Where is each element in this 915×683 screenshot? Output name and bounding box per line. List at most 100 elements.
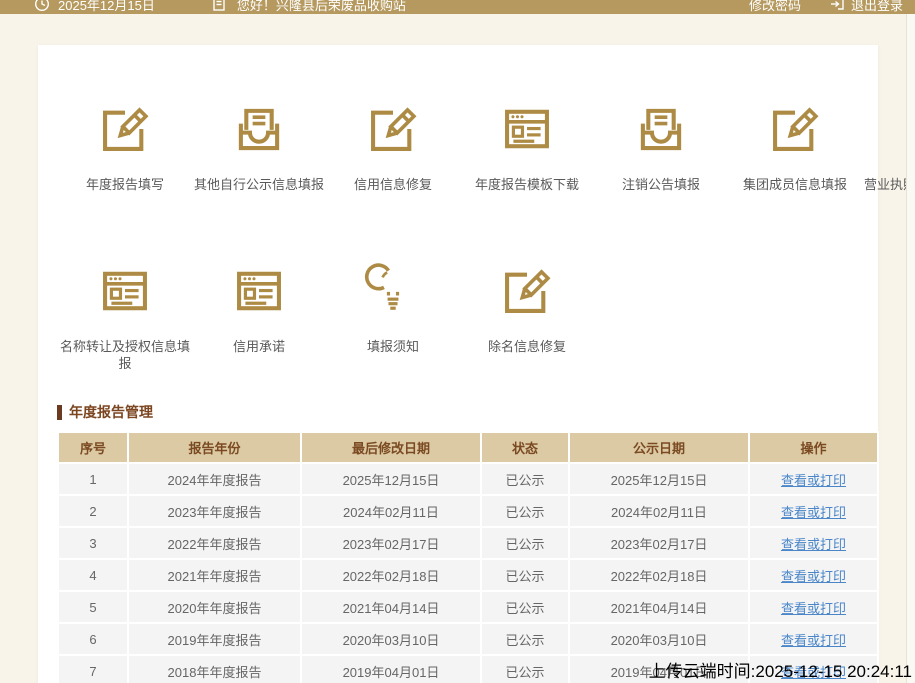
quick-action-item[interactable]: 除名信息修复 — [460, 262, 594, 372]
action-cell: 查看或打印 — [749, 591, 878, 623]
row-number: 7 — [58, 655, 128, 683]
quick-action-label: 年度报告填写 — [58, 176, 192, 193]
table-row: 22023年年度报告2024年02月11日已公示2024年02月11日查看或打印 — [58, 495, 878, 527]
quick-action-label: 信用承诺 — [192, 338, 326, 355]
status: 已公示 — [481, 495, 569, 527]
status: 已公示 — [481, 527, 569, 559]
view-or-print-link[interactable]: 查看或打印 — [781, 633, 846, 648]
annual-report-section: 年度报告管理 序号报告年份最后修改日期状态公示日期操作 12024年年度报告20… — [57, 402, 877, 683]
edit-square-icon — [498, 262, 556, 320]
row-number: 3 — [58, 527, 128, 559]
column-header: 状态 — [481, 432, 569, 463]
column-header: 序号 — [58, 432, 128, 463]
row-number: 2 — [58, 495, 128, 527]
quick-action-label: 其他自行公示信息填报 — [192, 176, 326, 193]
quick-actions-row-2: 名称转让及授权信息填报信用承诺填报须知除名信息修复 — [58, 262, 858, 372]
edit-square-icon — [96, 100, 154, 158]
view-or-print-link[interactable]: 查看或打印 — [781, 505, 846, 520]
change-password-link[interactable]: 修改密码 — [749, 0, 801, 14]
view-or-print-link[interactable]: 查看或打印 — [781, 537, 846, 552]
column-header: 公示日期 — [569, 432, 749, 463]
section-title-marker — [57, 405, 62, 420]
status: 已公示 — [481, 655, 569, 683]
quick-action-label: 年度报告模板下载 — [460, 176, 594, 193]
action-cell: 查看或打印 — [749, 463, 878, 495]
view-or-print-link[interactable]: 查看或打印 — [781, 601, 846, 616]
column-header: 操作 — [749, 432, 878, 463]
quick-action-label: 名称转让及授权信息填报 — [58, 338, 192, 372]
user-badge-icon — [211, 0, 227, 12]
table-row: 52020年年度报告2021年04月14日已公示2021年04月14日查看或打印 — [58, 591, 878, 623]
status: 已公示 — [481, 463, 569, 495]
last-modified-date: 2021年04月14日 — [301, 591, 481, 623]
topbar-greeting: 您好！兴隆县后荣废品收购站 — [237, 0, 406, 14]
publish-date: 2025年12月15日 — [569, 463, 749, 495]
view-or-print-link[interactable]: 查看或打印 — [781, 569, 846, 584]
view-or-print-link[interactable]: 查看或打印 — [781, 473, 846, 488]
column-header: 报告年份 — [128, 432, 301, 463]
bulb-icon — [364, 262, 422, 320]
publish-date: 2020年03月10日 — [569, 623, 749, 655]
edit-square-icon — [364, 100, 422, 158]
topbar: 2025年12月15日 您好！兴隆县后荣废品收购站 修改密码 退出登录 — [0, 0, 915, 14]
section-title-text: 年度报告管理 — [69, 402, 153, 422]
publish-date: 2021年04月14日 — [569, 591, 749, 623]
quick-actions-row-1: 年度报告填写其他自行公示信息填报信用信息修复年度报告模板下载注销公告填报集团成员… — [58, 100, 858, 193]
last-modified-date: 2024年02月11日 — [301, 495, 481, 527]
quick-action-item[interactable]: 集团成员信息填报 — [728, 100, 862, 193]
annual-report-table: 序号报告年份最后修改日期状态公示日期操作 12024年年度报告2025年12月1… — [57, 431, 879, 683]
action-cell: 查看或打印 — [749, 559, 878, 591]
action-cell: 查看或打印 — [749, 623, 878, 655]
publish-date: 2022年02月18日 — [569, 559, 749, 591]
report-year: 2022年年度报告 — [128, 527, 301, 559]
logout-icon — [829, 0, 845, 12]
upload-watermark: 上传云端时间:2025-12-15 20:24:11 — [649, 657, 912, 682]
row-number: 6 — [58, 623, 128, 655]
table-row: 12024年年度报告2025年12月15日已公示2025年12月15日查看或打印 — [58, 463, 878, 495]
main-panel: 年度报告填写其他自行公示信息填报信用信息修复年度报告模板下载注销公告填报集团成员… — [38, 45, 878, 683]
quick-action-label: 填报须知 — [326, 338, 460, 355]
browser-icon — [230, 262, 288, 320]
quick-action-item[interactable]: 年度报告填写 — [58, 100, 192, 193]
report-year: 2024年年度报告 — [128, 463, 301, 495]
quick-action-label: 注销公告填报 — [594, 176, 728, 193]
quick-action-item[interactable]: 其他自行公示信息填报 — [192, 100, 326, 193]
report-year: 2019年年度报告 — [128, 623, 301, 655]
last-modified-date: 2020年03月10日 — [301, 623, 481, 655]
quick-action-item[interactable]: 信用信息修复 — [326, 100, 460, 193]
last-modified-date: 2022年02月18日 — [301, 559, 481, 591]
quick-action-label: 除名信息修复 — [460, 338, 594, 355]
row-number: 5 — [58, 591, 128, 623]
inbox-icon — [632, 100, 690, 158]
last-modified-date: 2025年12月15日 — [301, 463, 481, 495]
quick-action-item[interactable]: 信用承诺 — [192, 262, 326, 372]
row-number: 4 — [58, 559, 128, 591]
report-year: 2018年年度报告 — [128, 655, 301, 683]
topbar-date: 2025年12月15日 — [58, 0, 155, 14]
quick-action-item[interactable]: 注销公告填报 — [594, 100, 728, 193]
table-row: 42021年年度报告2022年02月18日已公示2022年02月18日查看或打印 — [58, 559, 878, 591]
table-row: 32022年年度报告2023年02月17日已公示2023年02月17日查看或打印 — [58, 527, 878, 559]
quick-action-item[interactable]: 名称转让及授权信息填报 — [58, 262, 192, 372]
quick-action-item[interactable]: 填报须知 — [326, 262, 460, 372]
status: 已公示 — [481, 591, 569, 623]
browser-icon — [498, 100, 556, 158]
column-header: 最后修改日期 — [301, 432, 481, 463]
publish-date: 2024年02月11日 — [569, 495, 749, 527]
report-year: 2021年年度报告 — [128, 559, 301, 591]
logout-link[interactable]: 退出登录 — [851, 0, 903, 14]
quick-action-label: 集团成员信息填报 — [728, 176, 862, 193]
status: 已公示 — [481, 623, 569, 655]
action-cell: 查看或打印 — [749, 495, 878, 527]
browser-icon — [96, 262, 154, 320]
vertical-scrollbar[interactable] — [906, 14, 915, 683]
table-row: 62019年年度报告2020年03月10日已公示2020年03月10日查看或打印 — [58, 623, 878, 655]
report-year: 2023年年度报告 — [128, 495, 301, 527]
clock-icon — [34, 0, 50, 12]
row-number: 1 — [58, 463, 128, 495]
last-modified-date: 2019年04月01日 — [301, 655, 481, 683]
quick-action-item[interactable]: 年度报告模板下载 — [460, 100, 594, 193]
last-modified-date: 2023年02月17日 — [301, 527, 481, 559]
action-cell: 查看或打印 — [749, 527, 878, 559]
report-year: 2020年年度报告 — [128, 591, 301, 623]
